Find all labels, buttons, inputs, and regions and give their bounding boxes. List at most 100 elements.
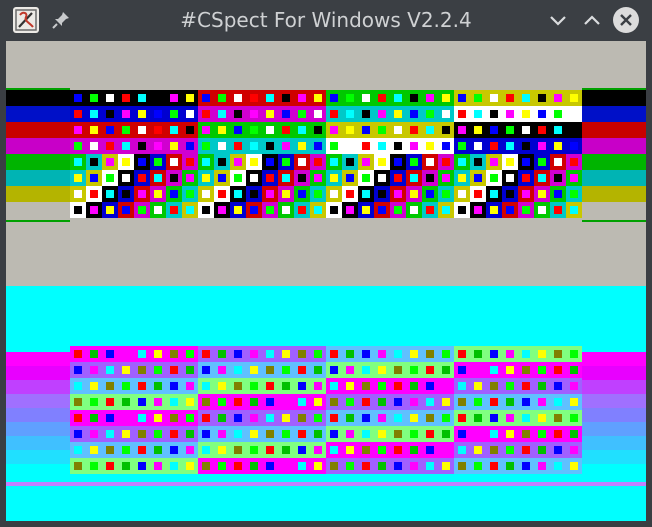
pattern-dot	[554, 126, 562, 134]
pattern-dot	[522, 398, 530, 406]
pattern-dot	[506, 174, 514, 182]
pattern-dot	[202, 190, 210, 198]
pattern-dot	[202, 414, 210, 422]
pattern-dot	[538, 126, 546, 134]
pattern-dot	[458, 158, 466, 166]
pattern-dot	[474, 126, 482, 134]
title-bar[interactable]: #CSpect For Windows V2.2.4	[0, 0, 652, 40]
pattern-dot	[90, 142, 98, 150]
pattern-dot	[474, 158, 482, 166]
pattern-dot	[554, 206, 562, 214]
pattern-dot	[410, 462, 418, 470]
pattern-dot	[474, 430, 482, 438]
pattern-dot	[218, 174, 226, 182]
pattern-dot	[298, 350, 306, 358]
pattern-dot	[122, 366, 130, 374]
pattern-dot	[122, 350, 130, 358]
pattern-dot	[234, 382, 242, 390]
pattern-dot	[506, 158, 514, 166]
pattern-dot	[106, 398, 114, 406]
pattern-dot	[506, 190, 514, 198]
pattern-dot	[426, 382, 434, 390]
pattern-dot	[282, 462, 290, 470]
pattern-dot	[506, 398, 514, 406]
pattern-dot	[410, 206, 418, 214]
pattern-dot	[314, 158, 322, 166]
pattern-dot	[74, 94, 82, 102]
pattern-dot	[410, 366, 418, 374]
pattern-dot	[154, 142, 162, 150]
pattern-dot	[298, 174, 306, 182]
pattern-dot	[346, 398, 354, 406]
pattern-dot	[74, 414, 82, 422]
pattern-dot	[538, 382, 546, 390]
pattern-dot	[298, 110, 306, 118]
pattern-dot	[410, 94, 418, 102]
pattern-dot	[282, 382, 290, 390]
pattern-dot	[458, 142, 466, 150]
pattern-dot	[74, 446, 82, 454]
pattern-dot	[426, 110, 434, 118]
pattern-dot	[218, 382, 226, 390]
pattern-dot	[394, 110, 402, 118]
pattern-dot	[266, 158, 274, 166]
pattern-dot	[570, 446, 578, 454]
pattern-dot	[186, 446, 194, 454]
maximize-button[interactable]	[579, 7, 605, 33]
pattern-dot	[458, 126, 466, 134]
pattern-dot	[330, 414, 338, 422]
pattern-dot	[122, 446, 130, 454]
pattern-dot	[314, 350, 322, 358]
pattern-dot	[314, 174, 322, 182]
cspect-app-icon[interactable]	[13, 7, 39, 33]
pattern-dot	[106, 462, 114, 470]
pattern-dot	[106, 94, 114, 102]
pattern-dot	[90, 190, 98, 198]
pattern-dot	[90, 414, 98, 422]
pattern-dot	[298, 430, 306, 438]
border-line	[6, 88, 70, 90]
pattern-dot	[266, 174, 274, 182]
pattern-dot	[74, 142, 82, 150]
pattern-dot	[458, 174, 466, 182]
pattern-dot	[298, 94, 306, 102]
pattern-dot	[106, 190, 114, 198]
pattern-dot	[154, 190, 162, 198]
pin-icon[interactable]	[50, 9, 72, 31]
pattern-dot	[298, 142, 306, 150]
pattern-dot	[362, 142, 370, 150]
pattern-dot	[394, 142, 402, 150]
pattern-dot	[234, 126, 242, 134]
pattern-dot	[218, 366, 226, 374]
pattern-dot	[570, 110, 578, 118]
pattern-dot	[250, 414, 258, 422]
pattern-dot	[122, 382, 130, 390]
pattern-dot	[490, 414, 498, 422]
pattern-dot	[426, 142, 434, 150]
pattern-dot	[410, 446, 418, 454]
pattern-dot	[138, 142, 146, 150]
pattern-dot	[250, 462, 258, 470]
pattern-dot	[538, 366, 546, 374]
emulator-screen[interactable]	[6, 41, 646, 521]
pattern-dot	[442, 142, 450, 150]
pattern-dot	[154, 398, 162, 406]
pattern-dot	[266, 430, 274, 438]
pattern-dot	[298, 462, 306, 470]
pattern-dot	[266, 366, 274, 374]
pattern-dot	[410, 110, 418, 118]
pattern-dot	[106, 414, 114, 422]
pattern-dot	[154, 366, 162, 374]
close-button[interactable]	[613, 7, 639, 33]
pattern-dot	[474, 398, 482, 406]
pattern-dot	[394, 462, 402, 470]
pattern-dot	[202, 174, 210, 182]
minimize-button[interactable]	[545, 7, 571, 33]
pattern-dot	[474, 350, 482, 358]
chevron-up-icon	[584, 15, 600, 25]
pattern-dot	[186, 414, 194, 422]
pattern-dot	[554, 94, 562, 102]
pattern-dot	[122, 126, 130, 134]
pattern-dot	[570, 382, 578, 390]
pattern-dot	[170, 462, 178, 470]
